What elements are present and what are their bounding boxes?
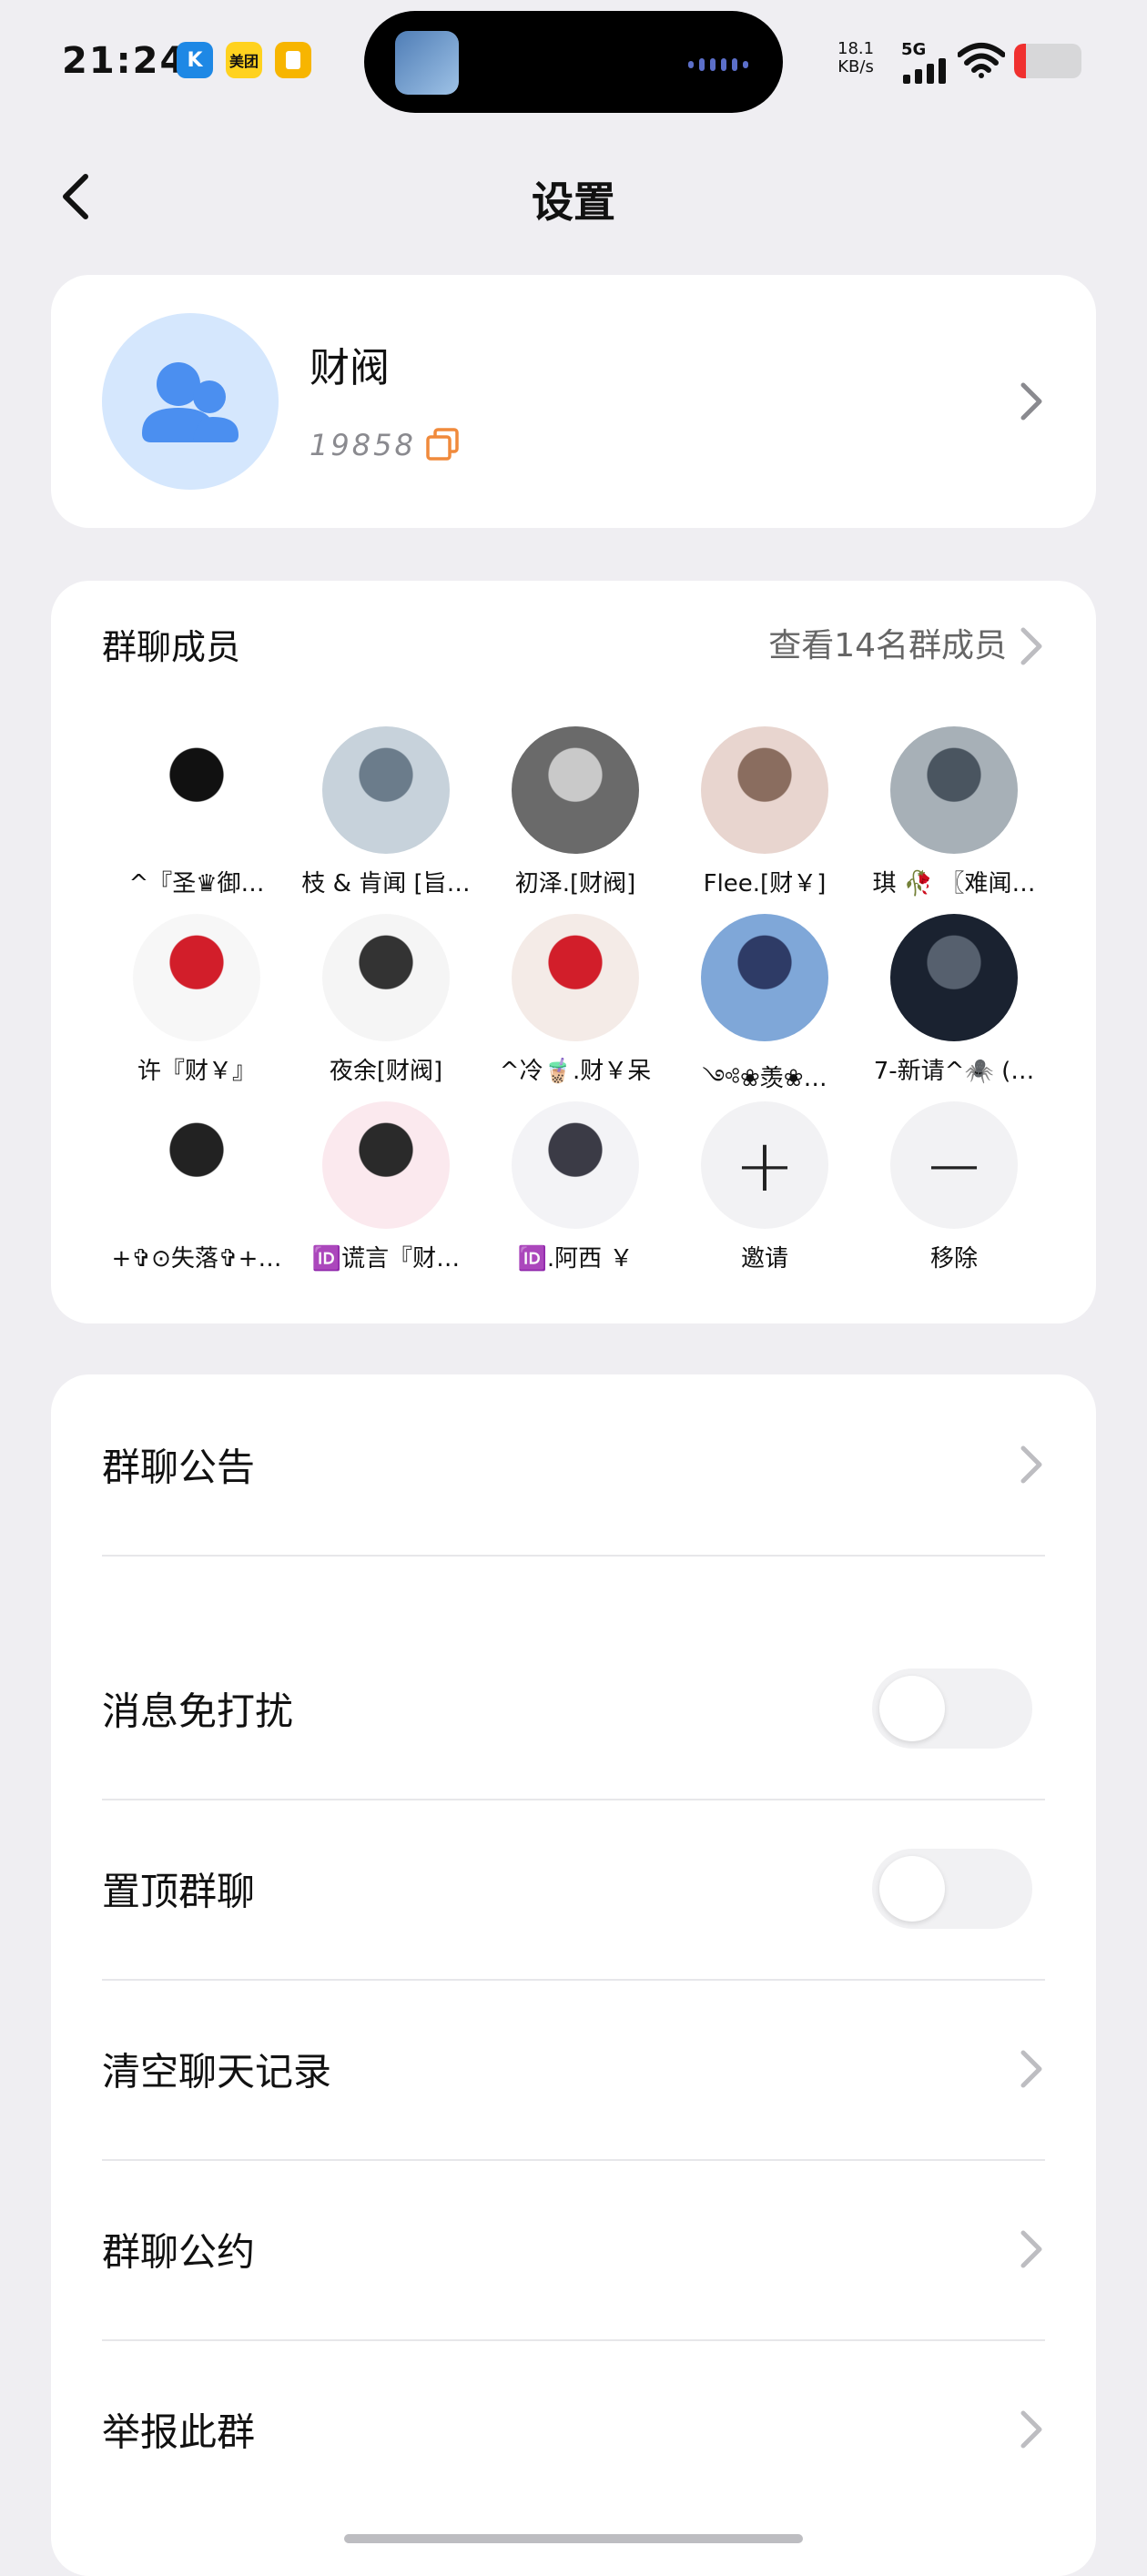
row-label: 举报此群 bbox=[102, 2409, 256, 2455]
settings-row-announcement[interactable]: 群聊公告 bbox=[102, 1374, 1045, 1557]
member-item[interactable]: ^冷🧋.财￥呆 bbox=[481, 914, 681, 1101]
toggle-knob bbox=[879, 1856, 945, 1922]
member-name: 夜余[财阀] bbox=[329, 1058, 443, 1085]
member-item[interactable]: 琪 🥀 〖难闻… bbox=[859, 726, 1060, 914]
group-avatar bbox=[102, 313, 279, 490]
status-bar: 21:24 K 美团 18.1 KB/s 5G bbox=[0, 0, 1147, 127]
members-title: 群聊成员 bbox=[102, 627, 241, 667]
avatar bbox=[322, 726, 450, 854]
member-item[interactable]: Flee.[财￥] bbox=[670, 726, 870, 914]
group-people-icon bbox=[142, 362, 239, 442]
member-name: 🆔.阿西 ￥ bbox=[517, 1245, 634, 1273]
member-name: 7-新请^🕷️ (… bbox=[873, 1058, 1035, 1085]
status-time: 21:24 bbox=[62, 40, 188, 82]
settings-row-group-rules[interactable]: 群聊公约 bbox=[102, 2159, 1045, 2341]
pin-toggle[interactable] bbox=[872, 1849, 1032, 1929]
avatar bbox=[701, 914, 828, 1041]
group-name: 财阀 bbox=[310, 345, 390, 391]
network-speed: 18.1 KB/s bbox=[837, 40, 874, 76]
chevron-right-icon bbox=[1020, 2050, 1042, 2088]
avatar bbox=[322, 1101, 450, 1229]
member-item[interactable]: 夜余[财阀] bbox=[291, 914, 492, 1101]
member-name: 枝 & 肯闻 [旨… bbox=[301, 870, 471, 898]
net-speed-unit: KB/s bbox=[837, 57, 874, 76]
chevron-right-icon bbox=[1020, 382, 1042, 421]
signal-bars-icon bbox=[903, 58, 946, 84]
nav-bar: 设置 bbox=[0, 137, 1147, 255]
battery-icon bbox=[1014, 44, 1081, 78]
signal-type: 5G bbox=[901, 40, 927, 59]
row-label: 消息免打扰 bbox=[102, 1689, 294, 1734]
avatar bbox=[133, 1101, 260, 1229]
settings-row-mute[interactable]: 消息免打扰 bbox=[102, 1618, 1045, 1800]
avatar bbox=[133, 726, 260, 854]
toggle-knob bbox=[879, 1676, 945, 1741]
mute-toggle[interactable] bbox=[872, 1668, 1032, 1749]
media-thumbnail bbox=[395, 31, 459, 95]
avatar bbox=[322, 914, 450, 1041]
remove-label: 移除 bbox=[929, 1245, 978, 1273]
settings-row-report[interactable]: 举报此群 bbox=[102, 2339, 1045, 2520]
avatar bbox=[133, 914, 260, 1041]
avatar bbox=[512, 1101, 639, 1229]
member-item[interactable]: 初泽.[财阀] bbox=[481, 726, 681, 914]
k-app-icon: K bbox=[177, 42, 213, 78]
copy-icon[interactable] bbox=[424, 426, 461, 462]
avatar bbox=[890, 726, 1018, 854]
dynamic-island[interactable] bbox=[364, 11, 783, 113]
member-name: ^『圣♛御… bbox=[128, 870, 265, 898]
member-item[interactable]: 🆔谎言『财… bbox=[291, 1101, 492, 1289]
invite-label: 邀请 bbox=[740, 1245, 788, 1273]
member-name: 许『财￥』 bbox=[137, 1058, 256, 1085]
chevron-right-icon bbox=[1020, 2230, 1042, 2268]
member-item[interactable]: 🆔.阿西 ￥ bbox=[481, 1101, 681, 1289]
member-item[interactable]: 枝 & 肯闻 [旨… bbox=[291, 726, 492, 914]
view-all-members-link[interactable]: 查看14名群成员 bbox=[768, 619, 1007, 666]
avatar bbox=[512, 914, 639, 1041]
row-label: 群聊公约 bbox=[102, 2229, 256, 2275]
group-id: 19858 bbox=[310, 428, 416, 462]
member-name: 琪 🥀 〖难闻… bbox=[872, 870, 1036, 898]
member-name: Flee.[财￥] bbox=[703, 870, 827, 898]
row-label: 群聊公告 bbox=[102, 1445, 256, 1490]
plus-icon[interactable]: + bbox=[701, 1101, 828, 1229]
avatar bbox=[512, 726, 639, 854]
remove-member[interactable]: − 移除 bbox=[859, 1101, 1060, 1289]
settings-row-pin[interactable]: 置顶群聊 bbox=[102, 1799, 1045, 1981]
member-item[interactable]: ༺❀羡❀… bbox=[670, 914, 870, 1101]
invite-member[interactable]: + 邀请 bbox=[670, 1101, 870, 1289]
member-name: +✞⊙失落✞+… bbox=[111, 1245, 282, 1273]
home-indicator[interactable] bbox=[344, 2534, 803, 2543]
minus-icon[interactable]: − bbox=[890, 1101, 1018, 1229]
avatar bbox=[701, 726, 828, 854]
net-speed-value: 18.1 bbox=[837, 39, 875, 58]
member-item[interactable]: 7-新请^🕷️ (… bbox=[859, 914, 1060, 1101]
row-label: 清空聊天记录 bbox=[102, 2049, 332, 2094]
meituan-app-icon: 美团 bbox=[226, 42, 262, 78]
member-name: ༺❀羡❀… bbox=[702, 1065, 827, 1092]
settings-row-clear-history[interactable]: 清空聊天记录 bbox=[102, 1979, 1045, 2161]
settings-card: 群聊公告 消息免打扰 置顶群聊 清空聊天记录 群聊公约 举报此群 bbox=[51, 1374, 1096, 2576]
group-info-card[interactable]: 财阀 19858 bbox=[51, 275, 1096, 528]
members-card: 群聊成员 查看14名群成员 + 邀请 − 移除 ^『圣♛御… 枝 & 肯闻 [旨…… bbox=[51, 581, 1096, 1323]
member-name: 🆔谎言『财… bbox=[311, 1245, 461, 1273]
notes-app-icon bbox=[275, 42, 311, 78]
page-title: 设置 bbox=[532, 177, 615, 227]
member-item[interactable]: ^『圣♛御… bbox=[102, 726, 302, 914]
chevron-right-icon[interactable] bbox=[1018, 624, 1045, 668]
wifi-icon bbox=[958, 43, 1005, 78]
row-label: 置顶群聊 bbox=[102, 1869, 256, 1914]
member-name: 初泽.[财阀] bbox=[514, 870, 636, 898]
avatar bbox=[890, 914, 1018, 1041]
member-item[interactable]: 许『财￥』 bbox=[102, 914, 302, 1101]
chevron-right-icon bbox=[1020, 1445, 1042, 1484]
audio-wave-icon bbox=[688, 58, 752, 71]
battery-level bbox=[1014, 44, 1027, 78]
member-item[interactable]: +✞⊙失落✞+… bbox=[102, 1101, 302, 1289]
member-name: ^冷🧋.财￥呆 bbox=[499, 1058, 652, 1085]
chevron-right-icon bbox=[1020, 2410, 1042, 2449]
